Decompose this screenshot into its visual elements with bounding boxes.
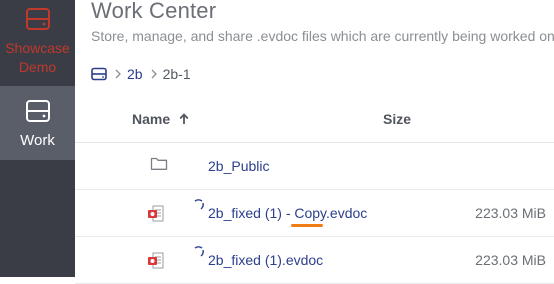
breadcrumb: 2b 2b-1 — [91, 65, 191, 83]
sidebar: Showcase Demo Work — [0, 0, 75, 277]
chevron-right-icon — [115, 69, 121, 79]
evdoc-file-icon — [148, 252, 164, 269]
highlight-underline — [291, 224, 323, 227]
file-name[interactable]: 2b_fixed (1) - Copy.evdoc — [208, 205, 367, 221]
breadcrumb-item-2b[interactable]: 2b — [127, 66, 143, 82]
breadcrumb-item-2b-1: 2b-1 — [162, 66, 191, 82]
page-subtitle: Store, manage, and share .evdoc files wh… — [91, 28, 554, 44]
sidebar-item-label: Work — [20, 132, 55, 149]
sync-status-icon — [194, 199, 204, 210]
work-icon — [25, 100, 50, 122]
chevron-right-icon — [151, 69, 157, 79]
column-header-name[interactable]: Name — [132, 111, 189, 127]
arrow-up-icon — [179, 113, 189, 124]
file-size: 223.03 MiB — [475, 205, 546, 221]
drive-icon — [91, 67, 107, 81]
sidebar-item-work[interactable]: Work — [0, 86, 75, 160]
file-name[interactable]: 2b_Public — [208, 158, 270, 174]
breadcrumb-root[interactable] — [91, 67, 107, 81]
column-header-label: Size — [383, 111, 412, 127]
column-header-size[interactable]: Size — [383, 111, 411, 127]
file-size: 223.03 MiB — [475, 252, 546, 268]
file-name[interactable]: 2b_fixed (1).evdoc — [208, 252, 323, 268]
sync-status-icon — [194, 246, 204, 257]
showcase-icon — [25, 8, 50, 30]
sidebar-item-label: Showcase Demo — [5, 40, 70, 75]
page-title: Work Center — [91, 0, 217, 23]
folder-icon — [150, 157, 168, 170]
table-header: Name Size — [75, 96, 554, 143]
evdoc-file-icon — [148, 205, 164, 222]
file-table: Name Size 2b_Public 2b_fixed (1) - Copy.… — [75, 96, 554, 284]
sidebar-item-showcase-demo[interactable]: Showcase Demo — [0, 0, 75, 86]
table-row[interactable]: 2b_fixed (1) - Copy.evdoc 223.03 MiB — [75, 190, 554, 237]
table-row[interactable]: 2b_Public — [75, 143, 554, 190]
column-header-label: Name — [132, 111, 171, 127]
